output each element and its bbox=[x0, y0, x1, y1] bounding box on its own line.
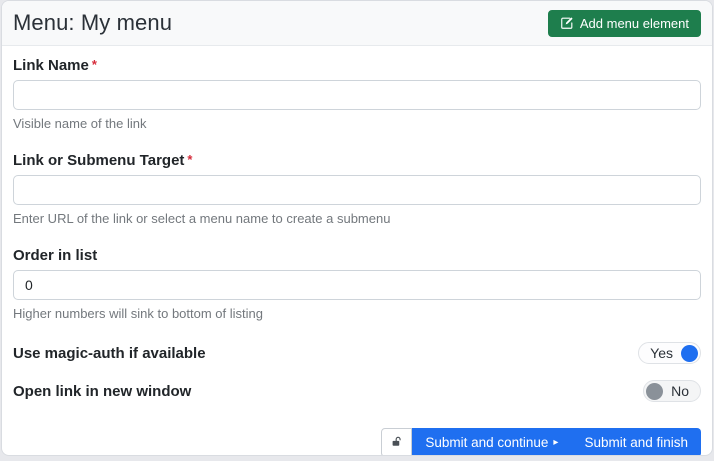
submit-and-finish-label: Submit and finish bbox=[584, 435, 688, 450]
required-asterisk: * bbox=[187, 152, 192, 167]
order-label: Order in list bbox=[13, 247, 701, 264]
submit-and-continue-label: Submit and continue bbox=[425, 435, 548, 450]
field-link-name: Link Name* Visible name of the link bbox=[13, 57, 701, 131]
submit-and-continue-button[interactable]: Submit and continue ▸ bbox=[412, 428, 571, 456]
link-target-help: Enter URL of the link or select a menu n… bbox=[13, 211, 701, 226]
link-target-label: Link or Submenu Target* bbox=[13, 152, 701, 169]
page-title: Menu: My menu bbox=[13, 10, 172, 36]
link-target-label-text: Link or Submenu Target bbox=[13, 152, 184, 169]
lock-button[interactable] bbox=[381, 428, 412, 456]
new-window-row: Open link in new window No bbox=[13, 380, 701, 402]
link-name-input[interactable] bbox=[13, 80, 701, 110]
form-actions: Submit and continue ▸ Submit and finish bbox=[13, 428, 701, 456]
form: Link Name* Visible name of the link Link… bbox=[2, 46, 712, 456]
link-name-help: Visible name of the link bbox=[13, 116, 701, 131]
magic-auth-toggle-state: Yes bbox=[641, 345, 677, 361]
submit-and-finish-button[interactable]: Submit and finish bbox=[571, 428, 701, 456]
magic-auth-label: Use magic-auth if available bbox=[13, 345, 206, 362]
link-name-label: Link Name* bbox=[13, 57, 701, 74]
required-asterisk: * bbox=[92, 57, 97, 72]
page: Menu: My menu Add menu element Link Name… bbox=[0, 0, 714, 461]
add-menu-element-button[interactable]: Add menu element bbox=[548, 10, 701, 37]
caret-right-icon: ▸ bbox=[553, 438, 558, 448]
field-order-in-list: Order in list Higher numbers will sink t… bbox=[13, 247, 701, 321]
field-link-target: Link or Submenu Target* Enter URL of the… bbox=[13, 152, 701, 226]
new-window-toggle[interactable]: No bbox=[643, 380, 701, 402]
menu-edit-card: Menu: My menu Add menu element Link Name… bbox=[1, 0, 713, 456]
link-target-input[interactable] bbox=[13, 175, 701, 205]
page-background-strip bbox=[0, 456, 714, 461]
link-name-label-text: Link Name bbox=[13, 57, 89, 74]
card-header: Menu: My menu Add menu element bbox=[2, 1, 712, 46]
pencil-square-icon bbox=[560, 16, 574, 30]
magic-auth-row: Use magic-auth if available Yes bbox=[13, 342, 701, 364]
order-help: Higher numbers will sink to bottom of li… bbox=[13, 306, 701, 321]
new-window-toggle-state: No bbox=[667, 383, 698, 399]
add-menu-element-label: Add menu element bbox=[580, 16, 689, 31]
unlock-icon bbox=[390, 435, 403, 451]
toggle-knob-icon bbox=[681, 345, 698, 362]
magic-auth-toggle[interactable]: Yes bbox=[638, 342, 701, 364]
toggle-knob-icon bbox=[646, 383, 663, 400]
order-input[interactable] bbox=[13, 270, 701, 300]
new-window-label: Open link in new window bbox=[13, 383, 191, 400]
